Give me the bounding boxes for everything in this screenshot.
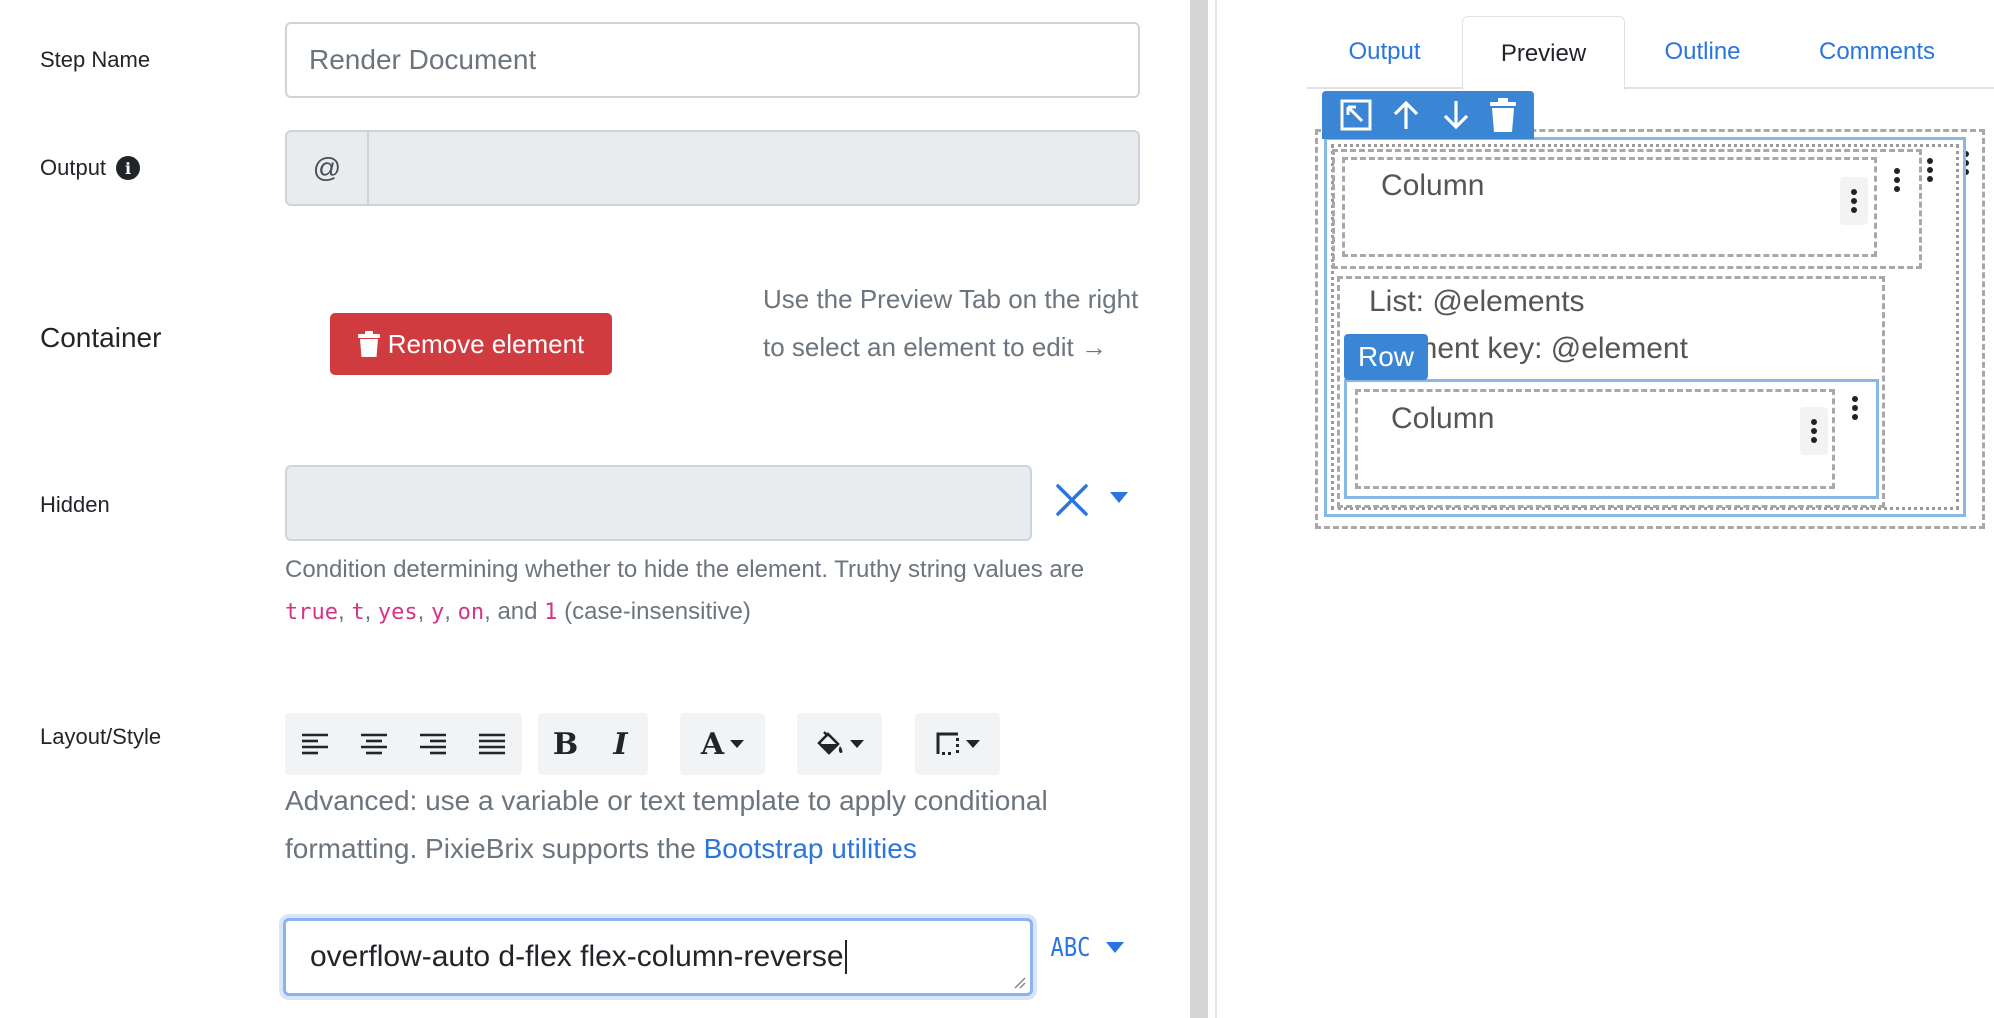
- pane-resizer[interactable]: [1190, 0, 1208, 1018]
- alignment-group: [285, 713, 522, 775]
- style-toolbar: B I A: [285, 713, 1300, 775]
- output-prefix-text: @: [312, 152, 342, 183]
- resize-handle-icon[interactable]: [1012, 975, 1026, 989]
- output-prefix: @: [285, 130, 367, 206]
- text-color-button[interactable]: A: [680, 713, 765, 775]
- text-cursor: [844, 940, 847, 974]
- row-badge-label: Row: [1357, 341, 1414, 372]
- output-input[interactable]: [367, 130, 1140, 206]
- align-right-icon: [419, 733, 446, 755]
- text-type-icon: ABC: [1050, 933, 1091, 963]
- truthy-1: 1: [544, 600, 558, 625]
- align-center-icon: [360, 733, 387, 755]
- align-left-icon: [301, 733, 328, 755]
- row-badge: Row: [1344, 334, 1428, 380]
- preview-hint: Use the Preview Tab on the right to sele…: [763, 284, 1139, 362]
- arrow-down-icon[interactable]: [1441, 99, 1471, 131]
- info-icon[interactable]: i: [116, 156, 141, 180]
- step-name-value: Render Document: [309, 44, 537, 75]
- column-2-menu[interactable]: [1800, 407, 1828, 455]
- caret-down-icon: [730, 739, 745, 748]
- border-style-button[interactable]: [915, 713, 1000, 775]
- truthy-true: true: [285, 600, 338, 625]
- font-color-icon: A: [700, 726, 725, 762]
- step-name-input[interactable]: Render Document: [285, 22, 1140, 98]
- align-center-button[interactable]: [344, 714, 403, 774]
- align-justify-icon: [478, 733, 505, 755]
- clear-x-icon[interactable]: [1055, 483, 1089, 517]
- bold-button[interactable]: B: [538, 714, 593, 774]
- element-toolbar: [1322, 91, 1534, 139]
- truthy-t: t: [351, 600, 365, 625]
- truthy-y: y: [431, 600, 445, 625]
- italic-button[interactable]: I: [593, 714, 648, 774]
- align-justify-button[interactable]: [462, 714, 521, 774]
- hidden-input[interactable]: [285, 465, 1032, 541]
- style-class-input[interactable]: overflow-auto d-flex flex-column-reverse: [283, 918, 1033, 996]
- text-format-group: B I: [538, 713, 648, 775]
- trash-icon[interactable]: [1490, 98, 1517, 132]
- tab-preview[interactable]: Preview: [1462, 16, 1625, 90]
- tab-outline[interactable]: Outline: [1625, 16, 1780, 88]
- background-color-button[interactable]: [797, 713, 882, 775]
- preview-canvas: Column List: @elements Element key: @ele…: [1307, 89, 1994, 1018]
- trash-icon: [357, 331, 380, 357]
- truthy-on: on: [457, 600, 485, 625]
- bootstrap-utilities-link[interactable]: Bootstrap utilities: [704, 833, 917, 864]
- caret-down-icon: [849, 739, 864, 748]
- column-2-label: Column: [1391, 402, 1495, 435]
- align-right-button[interactable]: [403, 714, 462, 774]
- tab-output[interactable]: Output: [1307, 16, 1462, 88]
- caret-down-icon[interactable]: [1110, 492, 1128, 504]
- column-1-menu[interactable]: [1840, 177, 1868, 225]
- layout-help-text: Advanced: use a variable or text templat…: [285, 785, 1048, 864]
- style-class-value: overflow-auto d-flex flex-column-reverse: [310, 940, 844, 973]
- container-title: Container: [40, 322, 162, 353]
- layout-help: Advanced: use a variable or text templat…: [285, 777, 1145, 873]
- bold-icon: B: [552, 726, 579, 762]
- hidden-help: Condition determining whether to hide th…: [285, 556, 1085, 625]
- caret-down-icon: [1105, 942, 1124, 953]
- remove-element-button[interactable]: Remove element: [330, 313, 612, 375]
- hidden-help-prefix: Condition determining whether to hide th…: [285, 556, 1085, 583]
- layout-style-label: Layout/Style: [40, 724, 162, 749]
- column-1-label: Column: [1381, 169, 1485, 202]
- italic-icon: I: [613, 726, 628, 762]
- hidden-help-suffix: (case-insensitive): [564, 598, 751, 625]
- output-label: Output: [40, 155, 107, 180]
- step-name-label: Step Name: [40, 47, 151, 72]
- list-label: List: @elements: [1369, 285, 1585, 318]
- align-left-button[interactable]: [285, 714, 344, 774]
- tab-comments[interactable]: Comments: [1780, 16, 1974, 88]
- pane-border: [1215, 0, 1217, 1018]
- truthy-yes: yes: [377, 600, 418, 625]
- output-label-group: Output i: [40, 155, 141, 181]
- hidden-label: Hidden: [40, 492, 110, 517]
- row-1-menu[interactable]: [1884, 159, 1910, 201]
- remove-element-label: Remove element: [387, 328, 585, 359]
- hidden-help-and: and: [497, 598, 538, 625]
- output-input-group: @: [285, 130, 1140, 206]
- row-2-menu[interactable]: [1842, 387, 1868, 429]
- paint-bucket-icon: [816, 731, 842, 755]
- field-type-toggle[interactable]: ABC: [1047, 933, 1124, 963]
- caret-down-icon: [965, 739, 980, 748]
- arrow-up-icon[interactable]: [1391, 99, 1421, 131]
- border-style-icon: [936, 732, 959, 755]
- select-parent-icon[interactable]: [1340, 99, 1372, 131]
